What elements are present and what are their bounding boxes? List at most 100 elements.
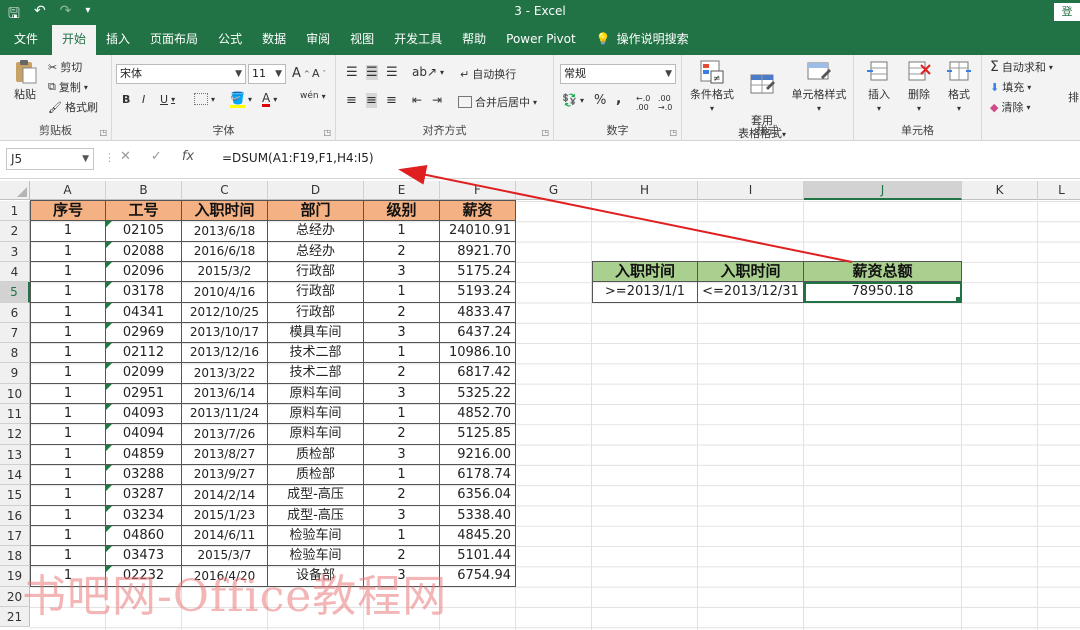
- table-header-level[interactable]: 级别: [364, 201, 440, 221]
- table-cell-emp-id[interactable]: 02096: [106, 262, 182, 282]
- table-cell-seq[interactable]: 1: [30, 465, 106, 485]
- tab-review[interactable]: 审阅: [296, 25, 340, 55]
- table-cell-dept[interactable]: 总经办: [268, 242, 364, 262]
- copy-button[interactable]: ⧉ 复制 ▾: [48, 79, 88, 95]
- row-header-21[interactable]: 21: [0, 607, 30, 627]
- table-cell-emp-id[interactable]: 02232: [106, 566, 182, 587]
- table-cell-level[interactable]: 3: [364, 566, 440, 587]
- column-header-a[interactable]: A: [30, 181, 106, 200]
- row-header-7[interactable]: 7: [0, 323, 30, 343]
- dsum-result-cell[interactable]: 78950.18: [804, 282, 962, 303]
- table-cell-level[interactable]: 1: [364, 282, 440, 303]
- cancel-icon[interactable]: ✕: [120, 149, 131, 164]
- table-cell-emp-id[interactable]: 03288: [106, 465, 182, 485]
- table-cell-level[interactable]: 2: [364, 303, 440, 323]
- table-cell-seq[interactable]: 1: [30, 404, 106, 424]
- table-cell-hire-date[interactable]: 2013/12/16: [182, 343, 268, 363]
- table-cell-salary[interactable]: 5325.22: [440, 384, 516, 404]
- table-cell-seq[interactable]: 1: [30, 221, 106, 242]
- tab-page-layout[interactable]: 页面布局: [140, 25, 208, 55]
- underline-button[interactable]: U ▾: [160, 93, 175, 106]
- select-all-button[interactable]: [0, 181, 30, 200]
- table-cell-emp-id[interactable]: 04094: [106, 424, 182, 445]
- table-cell-hire-date[interactable]: 2013/9/27: [182, 465, 268, 485]
- table-cell-dept[interactable]: 原料车间: [268, 404, 364, 424]
- table-cell-emp-id[interactable]: 03287: [106, 485, 182, 506]
- orientation-icon[interactable]: ab↗ ▾: [412, 65, 444, 79]
- decrease-indent-icon[interactable]: ⇤: [412, 93, 422, 107]
- row-header-16[interactable]: 16: [0, 506, 30, 526]
- table-cell-level[interactable]: 3: [364, 506, 440, 526]
- row-header-5[interactable]: 5: [0, 282, 30, 303]
- table-cell-dept[interactable]: 检验车间: [268, 546, 364, 566]
- font-name-select[interactable]: 宋体 ▼: [116, 64, 246, 84]
- accounting-format-icon[interactable]: 💱 ▾: [562, 93, 584, 107]
- font-size-select[interactable]: 11 ▼: [248, 64, 286, 84]
- table-cell-level[interactable]: 1: [364, 343, 440, 363]
- top-align-icon[interactable]: ☰: [346, 65, 358, 80]
- tab-formulas[interactable]: 公式: [208, 25, 252, 55]
- table-cell-hire-date[interactable]: 2013/10/17: [182, 323, 268, 343]
- table-cell-level[interactable]: 1: [364, 404, 440, 424]
- table-cell-emp-id[interactable]: 02099: [106, 363, 182, 384]
- table-cell-seq[interactable]: 1: [30, 303, 106, 323]
- criteria-header-1[interactable]: 入职时间: [592, 262, 698, 282]
- criteria-value-2[interactable]: <=2013/12/31: [698, 282, 804, 303]
- table-cell-emp-id[interactable]: 02105: [106, 221, 182, 242]
- table-cell-salary[interactable]: 4833.47: [440, 303, 516, 323]
- row-header-13[interactable]: 13: [0, 445, 30, 465]
- table-cell-emp-id[interactable]: 04341: [106, 303, 182, 323]
- table-cell-level[interactable]: 2: [364, 546, 440, 566]
- table-cell-seq[interactable]: 1: [30, 445, 106, 465]
- table-cell-salary[interactable]: 6754.94: [440, 566, 516, 587]
- conditional-format-button[interactable]: ≠ 条件格式 ▾: [688, 59, 736, 115]
- table-cell-emp-id[interactable]: 03234: [106, 506, 182, 526]
- decrease-decimal-icon[interactable]: .00 →.0: [658, 94, 672, 112]
- table-cell-level[interactable]: 3: [364, 323, 440, 343]
- table-cell-seq[interactable]: 1: [30, 262, 106, 282]
- table-cell-hire-date[interactable]: 2013/8/27: [182, 445, 268, 465]
- wrap-text-button[interactable]: ↵ 自动换行: [460, 66, 516, 82]
- table-header-salary[interactable]: 薪资: [440, 201, 516, 221]
- table-cell-salary[interactable]: 5175.24: [440, 262, 516, 282]
- table-cell-hire-date[interactable]: 2012/10/25: [182, 303, 268, 323]
- tab-data[interactable]: 数据: [252, 25, 296, 55]
- tab-view[interactable]: 视图: [340, 25, 384, 55]
- table-cell-hire-date[interactable]: 2015/3/7: [182, 546, 268, 566]
- column-header-c[interactable]: C: [182, 181, 268, 200]
- table-cell-emp-id[interactable]: 03178: [106, 282, 182, 303]
- table-cell-salary[interactable]: 24010.91: [440, 221, 516, 242]
- table-cell-dept[interactable]: 总经办: [268, 221, 364, 242]
- percent-button[interactable]: %: [594, 93, 606, 108]
- tab-file[interactable]: 文件: [0, 25, 52, 55]
- phonetic-button[interactable]: wén ▾: [300, 91, 326, 101]
- table-cell-level[interactable]: 2: [364, 424, 440, 445]
- align-left-icon[interactable]: ≡: [346, 93, 357, 108]
- column-header-f[interactable]: F: [440, 181, 516, 200]
- row-header-2[interactable]: 2: [0, 221, 30, 242]
- delete-cells-button[interactable]: 删除 ▾: [900, 59, 938, 115]
- dialog-launcher-icon[interactable]: ◳: [669, 128, 677, 137]
- table-cell-salary[interactable]: 6356.04: [440, 485, 516, 506]
- table-cell-salary[interactable]: 9216.00: [440, 445, 516, 465]
- table-cell-dept[interactable]: 原料车间: [268, 384, 364, 404]
- table-cell-dept[interactable]: 行政部: [268, 262, 364, 282]
- table-cell-salary[interactable]: 5125.85: [440, 424, 516, 445]
- table-cell-seq[interactable]: 1: [30, 384, 106, 404]
- table-cell-salary[interactable]: 6178.74: [440, 465, 516, 485]
- table-cell-salary[interactable]: 8921.70: [440, 242, 516, 262]
- table-cell-hire-date[interactable]: 2014/2/14: [182, 485, 268, 506]
- format-painter-button[interactable]: 🖌 格式刷: [48, 99, 98, 115]
- column-header-l[interactable]: L: [1038, 181, 1080, 200]
- clear-button[interactable]: ◆ 清除 ▾: [990, 99, 1030, 115]
- table-cell-seq[interactable]: 1: [30, 242, 106, 262]
- column-header-h[interactable]: H: [592, 181, 698, 200]
- table-cell-dept[interactable]: 质检部: [268, 465, 364, 485]
- align-center-icon[interactable]: ≡: [366, 93, 377, 108]
- increase-decimal-icon[interactable]: ←.0.00: [636, 94, 650, 112]
- table-cell-level[interactable]: 3: [364, 262, 440, 282]
- row-header-15[interactable]: 15: [0, 485, 30, 506]
- font-color-button[interactable]: A ▾: [262, 92, 277, 107]
- row-header-11[interactable]: 11: [0, 404, 30, 424]
- table-cell-dept[interactable]: 技术二部: [268, 343, 364, 363]
